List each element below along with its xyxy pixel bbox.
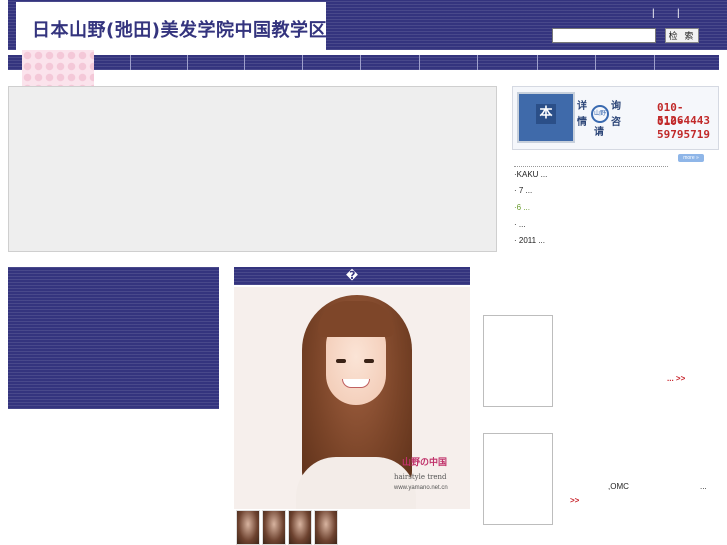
right-section-more-link[interactable]: >>	[686, 279, 695, 288]
feature-header: �	[234, 267, 470, 285]
news-divider	[514, 166, 668, 167]
ad-label: 咨	[611, 117, 621, 128]
article-more-link[interactable]: >>	[570, 496, 579, 505]
contact-ad-banner[interactable]: 本 详 询 情 请 咨 山野 010-51264443 010-59795719	[512, 86, 719, 150]
hairstyle-thumbnail[interactable]	[314, 510, 338, 545]
top-link-separator: |	[677, 8, 680, 19]
article-ellipsis: ...	[700, 482, 707, 491]
ad-label: 请	[594, 127, 604, 138]
news-item[interactable]: ·6 ...	[514, 203, 530, 212]
ad-label: 情	[577, 117, 587, 128]
nav-item-divider	[187, 55, 188, 70]
nav-item-divider	[130, 55, 131, 70]
article-snippet: ,OMC	[608, 482, 629, 491]
ad-label: 详	[577, 101, 587, 112]
nav-item-divider	[654, 55, 655, 70]
nav-item-divider	[537, 55, 538, 70]
image-caption-url: www.yamano.net.cn	[394, 485, 448, 491]
article-thumbnail[interactable]	[483, 433, 553, 525]
nav-item-divider	[419, 55, 420, 70]
hairstyle-thumbnail[interactable]	[236, 510, 260, 545]
ad-label: 询	[611, 101, 621, 112]
image-caption-brand: 山野の中国	[402, 458, 448, 468]
yamano-logo-icon: 山野	[591, 105, 609, 123]
ad-box-label: 本	[536, 104, 556, 124]
site-logo[interactable]: 日本山野(弛田)美发学院中国教学区	[16, 2, 326, 50]
article-thumbnail[interactable]	[483, 315, 553, 407]
news-item[interactable]: · ...	[514, 220, 526, 229]
search-button[interactable]: 检 索	[665, 28, 699, 43]
shoulders-shape	[296, 457, 416, 509]
news-more-button[interactable]: more »	[678, 154, 704, 162]
news-item[interactable]: · 7 ...	[514, 186, 532, 195]
site-title: 日本山野(弛田)美发学院中国教学区	[32, 20, 327, 41]
image-caption-tagline: hairstyle trend	[394, 473, 447, 481]
eye-shape	[364, 359, 374, 363]
ad-phone-number: 010-59795719	[657, 115, 710, 141]
nav-item-divider	[595, 55, 596, 70]
featured-hairstyle-image[interactable]: 山野の中国 hairstyle trend www.yamano.net.cn	[234, 287, 470, 509]
hairstyle-thumbnail[interactable]	[262, 510, 286, 545]
eye-shape	[336, 359, 346, 363]
main-nav-bar	[8, 55, 719, 70]
hairstyle-thumbnail[interactable]	[288, 510, 312, 545]
bangs-shape	[318, 301, 394, 337]
left-feature-box	[8, 267, 219, 409]
news-item[interactable]: · 2011 ...	[514, 236, 545, 245]
nav-item-divider	[360, 55, 361, 70]
search-input[interactable]	[552, 28, 656, 43]
top-link-separator: |	[652, 8, 655, 19]
ad-box-graphic: 本	[517, 92, 575, 143]
article-more-link[interactable]: ... >>	[667, 374, 685, 383]
right-section-heading: ����F �	[547, 278, 606, 288]
nav-item-divider	[477, 55, 478, 70]
nav-item-divider	[244, 55, 245, 70]
news-item[interactable]: ·KAKU ...	[514, 170, 547, 179]
main-content-panel	[8, 86, 497, 252]
nav-item-divider	[302, 55, 303, 70]
